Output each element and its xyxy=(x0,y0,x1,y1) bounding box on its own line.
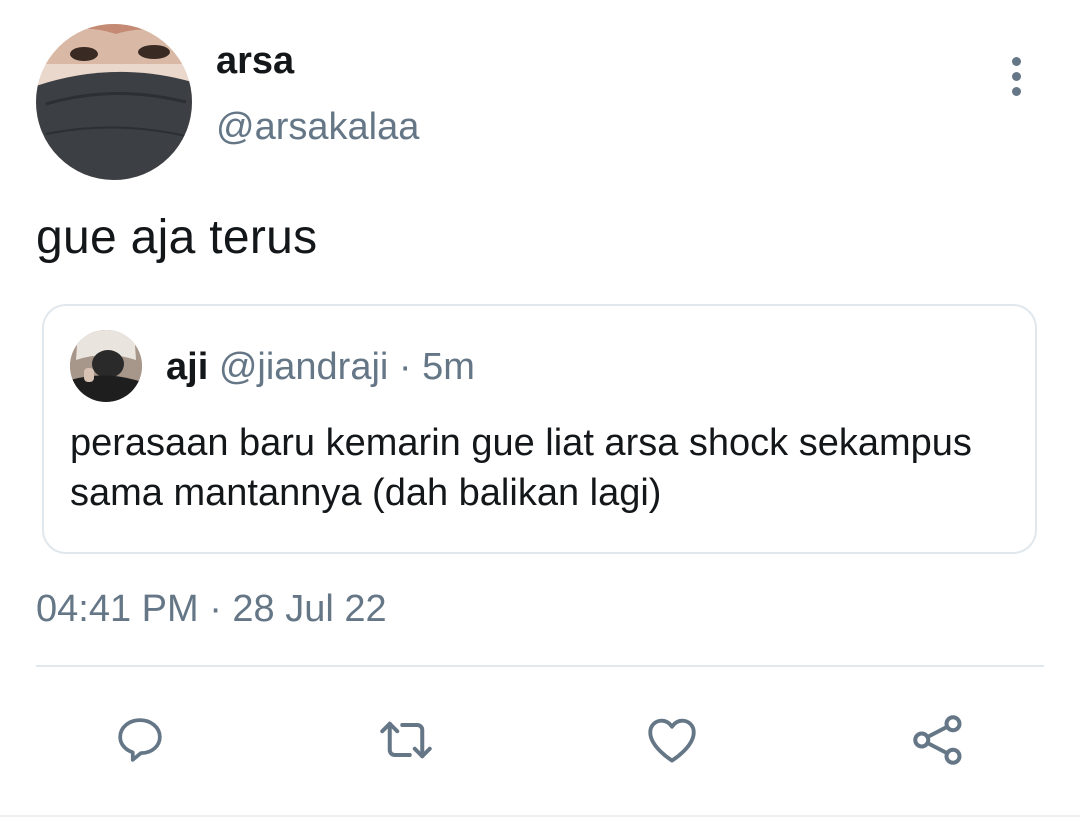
reply-icon xyxy=(118,718,162,762)
quoted-time: 5m xyxy=(422,346,475,388)
quoted-tweet-text: perasaan baru kemarin gue liat arsa shoc… xyxy=(70,422,972,514)
like-button[interactable] xyxy=(638,706,706,774)
more-dot xyxy=(1011,71,1021,81)
more-dot xyxy=(1011,86,1021,96)
quoted-header: aji @jiandraji · 5m xyxy=(166,346,475,389)
reply-button[interactable] xyxy=(106,706,174,774)
quoted-tweet-card[interactable]: aji @jiandraji · 5m perasaan baru kemari… xyxy=(42,304,1037,554)
retweet-button[interactable] xyxy=(372,706,440,774)
quoted-separator: · xyxy=(398,346,412,388)
heart-icon xyxy=(648,718,696,763)
more-vertical-icon xyxy=(1011,56,1021,66)
author-name[interactable]: arsa xyxy=(216,40,294,83)
share-icon xyxy=(913,715,962,765)
quoted-author-avatar[interactable] xyxy=(70,330,142,402)
bottom-divider xyxy=(0,815,1080,817)
more-options-button[interactable] xyxy=(996,52,1036,100)
quoted-author-handle[interactable]: @jiandraji xyxy=(219,346,389,388)
quoted-author-name[interactable]: aji xyxy=(166,346,208,388)
retweet-icon xyxy=(380,721,432,759)
divider xyxy=(36,665,1044,667)
quoted-avatar-image xyxy=(70,330,142,402)
share-button[interactable] xyxy=(904,706,972,774)
author-avatar[interactable] xyxy=(36,24,192,180)
tweet-timestamp: 04:41 PM · 28 Jul 22 xyxy=(36,588,387,630)
tweet-text: gue aja terus xyxy=(36,211,318,264)
author-handle[interactable]: @arsakalaa xyxy=(216,106,419,149)
author-avatar-image xyxy=(36,24,192,180)
